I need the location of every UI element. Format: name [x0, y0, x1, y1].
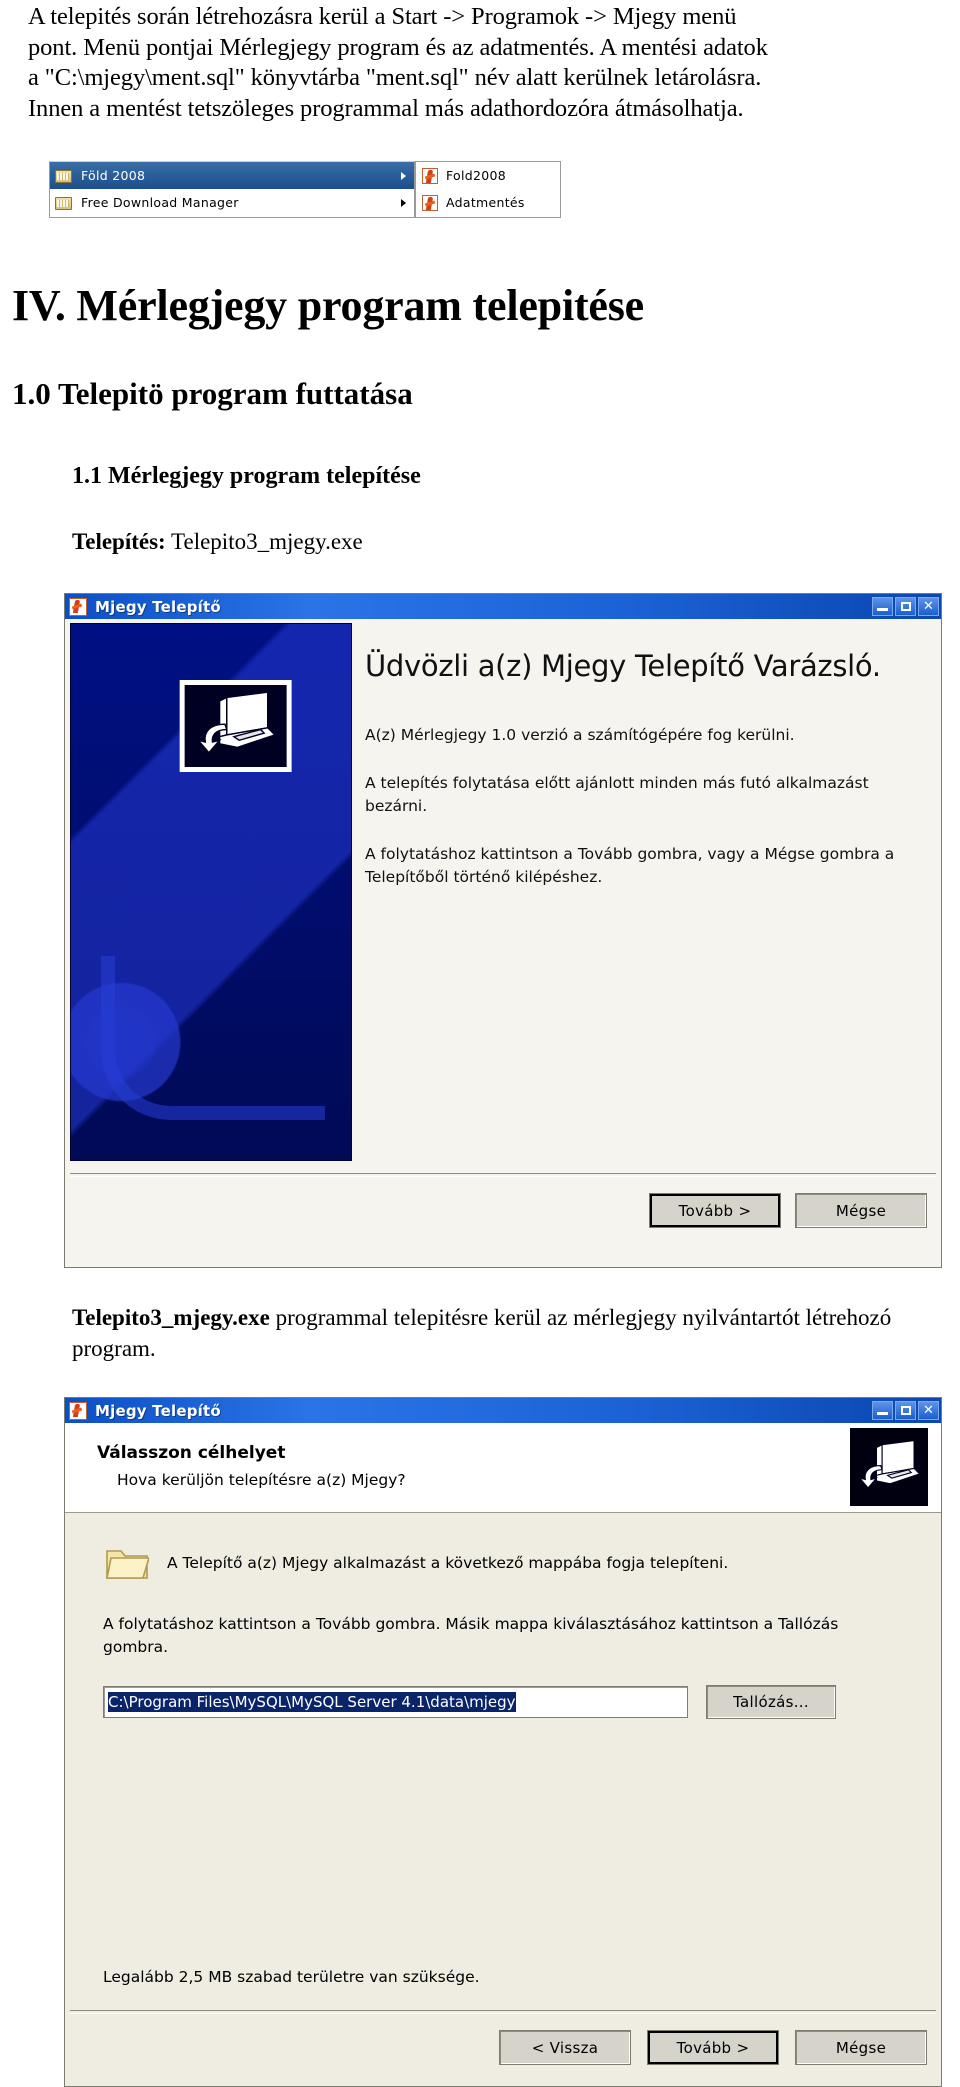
submenu-item-label: Fold2008: [446, 168, 507, 183]
start-menu-item-fold2008[interactable]: Föld 2008: [50, 162, 414, 189]
caption-file-name: Telepito3_mjegy.exe: [72, 1305, 270, 1330]
footer-divider: [70, 1173, 936, 1177]
subsection-heading: 1.1 Mérlegjegy program telepítése: [72, 463, 421, 489]
welcome-content: Üdvözli a(z) Mjegy Telepítő Varázsló. A(…: [365, 623, 931, 888]
wizard-banner: [70, 623, 352, 1161]
submenu-item-fold2008[interactable]: Fold2008: [416, 162, 560, 189]
destination-header: Válasszon célhelyet Hova kerüljön telepí…: [65, 1423, 941, 1513]
welcome-paragraph-1: A(z) Mérlegjegy 1.0 verzió a számítógépé…: [365, 725, 795, 744]
intro-line-4: Innen a mentést tetszöleges programmal m…: [28, 95, 744, 123]
maximize-icon[interactable]: [895, 1401, 916, 1420]
next-button[interactable]: Tovább >: [649, 1193, 781, 1228]
start-menu-panel: Föld 2008 Free Download Manager: [49, 161, 415, 218]
app-icon: [69, 597, 87, 616]
welcome-titlebar[interactable]: Mjegy Telepítő ✕: [65, 594, 941, 619]
window-controls: ✕: [872, 1401, 939, 1420]
window-title: Mjegy Telepítő: [95, 1401, 221, 1420]
destination-header-subtitle: Hova kerüljön telepítésre a(z) Mjegy?: [117, 1471, 406, 1489]
intro-paragraph: A telepités során létrehozásra kerül a S…: [28, 2, 940, 125]
install-label: Telepítés:: [72, 529, 166, 554]
computer-install-icon: [847, 1425, 931, 1509]
close-icon[interactable]: ✕: [918, 1401, 939, 1420]
start-menu-item-label: Free Download Manager: [81, 195, 239, 210]
app-icon: [422, 194, 438, 211]
cancel-button[interactable]: Mégse: [795, 1193, 927, 1228]
destination-path-value: C:\Program Files\MySQL\MySQL Server 4.1\…: [108, 1692, 516, 1712]
chapter-heading: IV. Mérlegjegy program telepitése: [12, 281, 645, 330]
caption-paragraph: Telepito3_mjegy.exe programmal telepités…: [72, 1303, 932, 1364]
minimize-icon[interactable]: [872, 597, 893, 616]
welcome-paragraph-2: A telepítés folytatása előtt ajánlott mi…: [365, 774, 869, 815]
window-title: Mjegy Telepítő: [95, 597, 221, 616]
start-menu-item-label: Föld 2008: [81, 168, 146, 183]
start-menu-submenu-panel: Fold2008 Adatmentés: [415, 161, 561, 218]
folder-icon: [105, 1545, 149, 1581]
start-menu-screenshot: Föld 2008 Free Download Manager Fold2008…: [49, 161, 561, 218]
folder-icon: [55, 195, 72, 210]
destination-folder-text: A Telepítő a(z) Mjegy alkalmazást a köve…: [167, 1554, 729, 1572]
app-icon: [422, 167, 438, 184]
app-icon: [69, 1401, 87, 1420]
close-icon[interactable]: ✕: [918, 597, 939, 616]
destination-header-title: Válasszon célhelyet: [97, 1443, 286, 1463]
window-controls: ✕: [872, 597, 939, 616]
intro-line-2: pont. Menü pontjai Mérlegjegy program és…: [28, 33, 768, 61]
destination-path-input[interactable]: C:\Program Files\MySQL\MySQL Server 4.1\…: [103, 1686, 688, 1718]
destination-folder-row: A Telepítő a(z) Mjegy alkalmazást a köve…: [105, 1545, 728, 1581]
intro-line-3: a "C:\mjegy\ment.sql" könyvtárba "ment.s…: [28, 64, 762, 92]
minimize-icon[interactable]: [872, 1401, 893, 1420]
welcome-footer-buttons: Tovább > Mégse: [649, 1193, 927, 1228]
next-button[interactable]: Tovább >: [647, 2030, 779, 2065]
cancel-button[interactable]: Mégse: [795, 2030, 927, 2065]
destination-path-row: C:\Program Files\MySQL\MySQL Server 4.1\…: [103, 1685, 836, 1719]
disk-space-note: Legalább 2,5 MB szabad területre van szü…: [103, 1968, 480, 1986]
back-button[interactable]: < Vissza: [499, 2030, 631, 2065]
destination-footer-buttons: < Vissza Tovább > Mégse: [499, 2030, 927, 2065]
browse-button[interactable]: Tallózás...: [706, 1685, 836, 1719]
computer-install-icon: [179, 680, 292, 772]
folder-icon: [55, 168, 72, 183]
footer-divider: [70, 2010, 936, 2014]
install-file-line: Telepítés: Telepito3_mjegy.exe: [72, 529, 363, 555]
maximize-icon[interactable]: [895, 597, 916, 616]
welcome-wizard-window: Mjegy Telepítő ✕ Üdvözli a(z) Mjegy Tele…: [64, 593, 942, 1268]
start-menu-item-free-download-manager[interactable]: Free Download Manager: [50, 189, 414, 216]
submenu-item-label: Adatmentés: [446, 195, 525, 210]
install-file-name: Telepito3_mjegy.exe: [171, 529, 363, 554]
destination-body: Válasszon célhelyet Hova kerüljön telepí…: [65, 1423, 941, 2086]
submenu-item-adatmentes[interactable]: Adatmentés: [416, 189, 560, 216]
destination-wizard-window: Mjegy Telepítő ✕ Válasszon célhelyet Hov…: [64, 1397, 942, 2087]
section-heading: 1.0 Telepitö program futtatása: [12, 376, 413, 411]
intro-line-1: A telepités során létrehozásra kerül a S…: [28, 3, 737, 30]
submenu-arrow-icon: [401, 171, 406, 180]
destination-titlebar[interactable]: Mjegy Telepítő ✕: [65, 1398, 941, 1423]
destination-instructions: A folytatáshoz kattintson a Tovább gombr…: [103, 1615, 839, 1657]
welcome-heading: Üdvözli a(z) Mjegy Telepítő Varázsló.: [365, 649, 881, 683]
submenu-arrow-icon: [401, 198, 406, 207]
welcome-body: Üdvözli a(z) Mjegy Telepítő Varázsló. A(…: [65, 619, 941, 1267]
welcome-paragraph-3: A folytatáshoz kattintson a Tovább gombr…: [365, 845, 895, 886]
